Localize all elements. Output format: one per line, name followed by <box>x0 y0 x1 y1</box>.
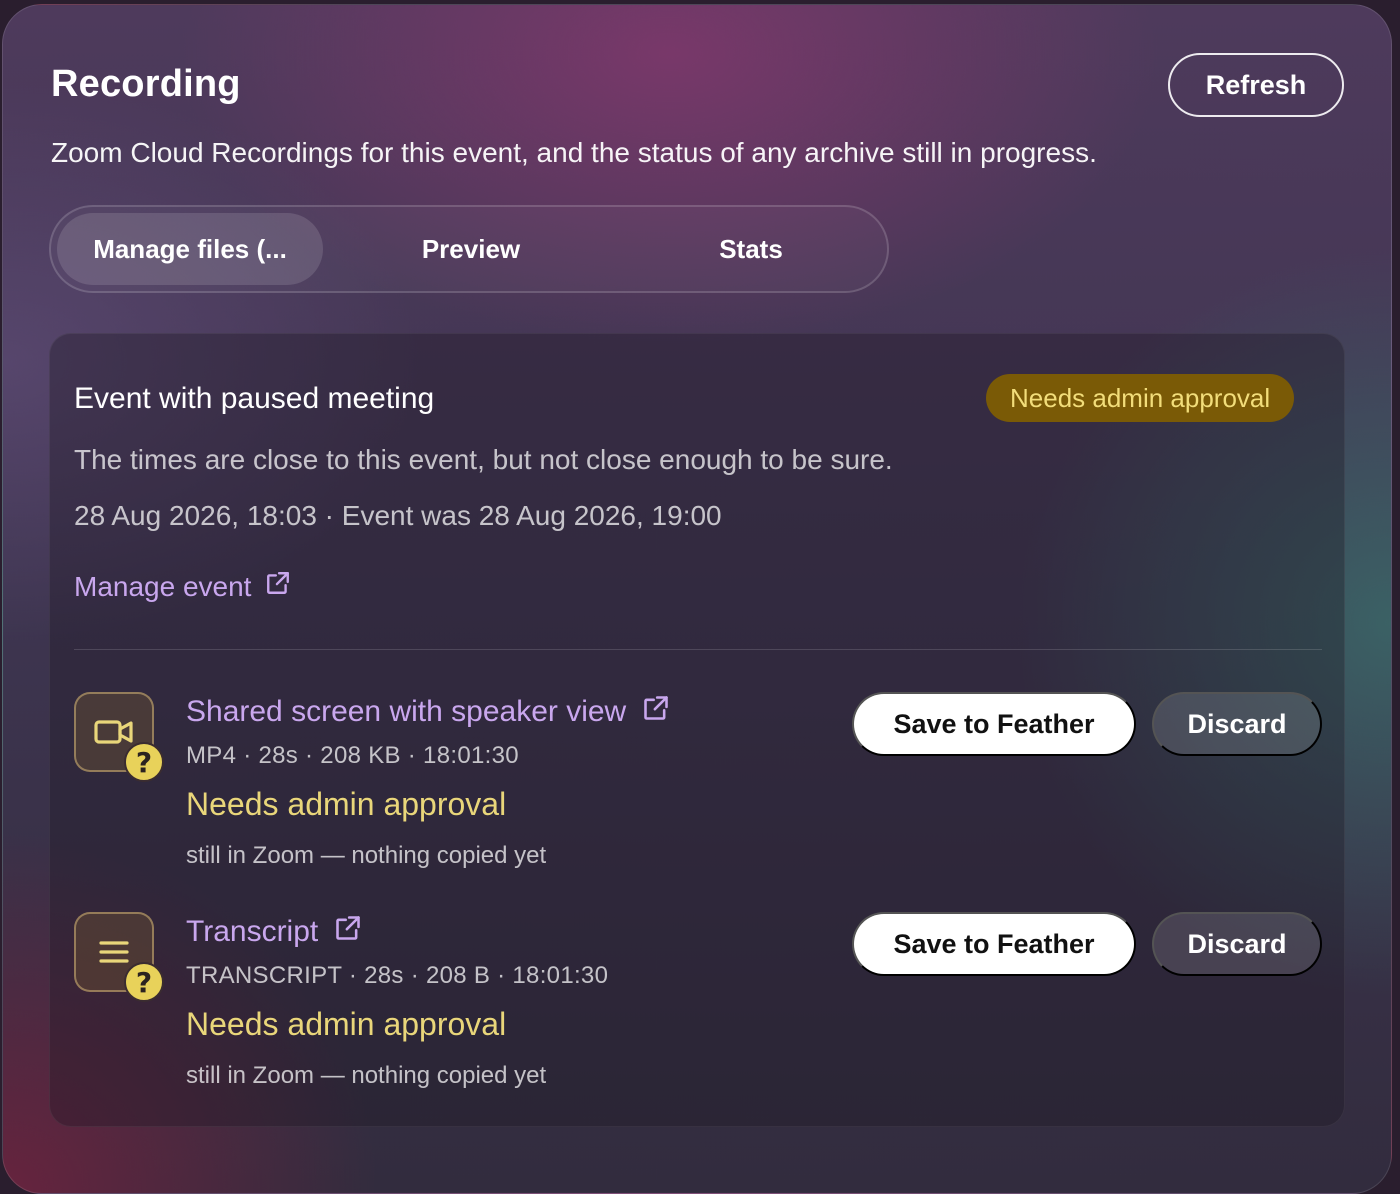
recording-panel: Recording Refresh Zoom Cloud Recordings … <box>2 4 1392 1194</box>
file-name: Transcript <box>186 915 319 948</box>
question-icon: ? <box>124 962 164 1002</box>
save-to-feather-button[interactable]: Save to Feather <box>852 912 1136 976</box>
tab-manage-files[interactable]: Manage files (... <box>57 213 323 285</box>
divider <box>74 649 1322 650</box>
tab-bar: Manage files (... Preview Stats <box>49 205 889 293</box>
manage-event-label: Manage event <box>74 570 252 602</box>
status-badge: Needs admin approval <box>986 374 1295 422</box>
external-link-icon <box>642 694 670 730</box>
event-date: 28 Aug 2026, 18:03 · Event was 28 Aug 20… <box>74 500 722 531</box>
file-meta: MP4 · 28s · 208 KB · 18:01:30 <box>186 742 519 769</box>
event-card: Event with paused meeting Needs admin ap… <box>49 333 1345 1127</box>
file-name-link[interactable]: Transcript <box>186 914 362 950</box>
question-icon: ? <box>124 742 164 782</box>
file-meta: TRANSCRIPT · 28s · 208 B · 18:01:30 <box>186 962 609 989</box>
file-note: still in Zoom — nothing copied yet <box>186 1062 547 1089</box>
external-link-icon <box>265 570 291 603</box>
save-to-feather-button[interactable]: Save to Feather <box>852 692 1136 756</box>
page-title: Recording <box>51 63 241 105</box>
file-row: ? Shared screen with speaker view MP4 · … <box>74 692 1322 892</box>
file-name-link[interactable]: Shared screen with speaker view <box>186 694 670 730</box>
file-status: Needs admin approval <box>186 786 507 822</box>
file-note: still in Zoom — nothing copied yet <box>186 842 547 869</box>
discard-button[interactable]: Discard <box>1152 912 1322 976</box>
refresh-button[interactable]: Refresh <box>1168 53 1344 117</box>
tab-stats[interactable]: Stats <box>631 213 871 285</box>
event-description: The times are close to this event, but n… <box>74 444 893 475</box>
tab-preview[interactable]: Preview <box>351 213 591 285</box>
page-subtitle: Zoom Cloud Recordings for this event, an… <box>51 137 1097 168</box>
file-status: Needs admin approval <box>186 1006 507 1042</box>
manage-event-link[interactable]: Manage event <box>74 570 291 603</box>
file-row: ? Transcript TRANSCRIPT · 28s · 208 B · … <box>74 912 1322 1112</box>
file-name: Shared screen with speaker view <box>186 695 627 728</box>
discard-button[interactable]: Discard <box>1152 692 1322 756</box>
external-link-icon <box>334 914 362 950</box>
event-title: Event with paused meeting <box>74 382 435 415</box>
